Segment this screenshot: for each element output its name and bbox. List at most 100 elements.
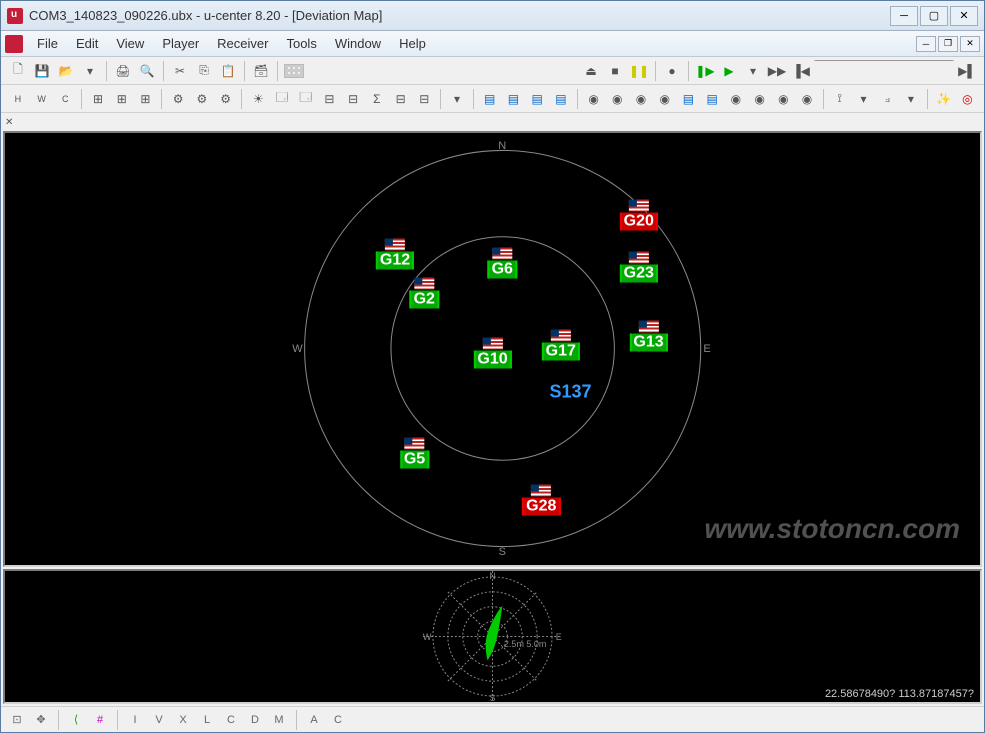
database-button[interactable]: 🗃: [250, 60, 272, 82]
print-button[interactable]: 🖨: [112, 60, 134, 82]
sat4-button[interactable]: ◉: [654, 88, 676, 110]
close-button[interactable]: ✕: [950, 6, 978, 26]
config3-button[interactable]: ⊞: [135, 88, 157, 110]
view3-button[interactable]: 🗔: [295, 88, 317, 110]
step-button[interactable]: ❚▶: [694, 60, 716, 82]
satellite-S137[interactable]: S137: [547, 382, 593, 403]
sat5-button[interactable]: ▤: [678, 88, 700, 110]
menu-player[interactable]: Player: [154, 33, 207, 54]
sat10-button[interactable]: ◉: [796, 88, 818, 110]
footer-item-8[interactable]: C: [328, 710, 348, 730]
satellite-G28[interactable]: G28: [522, 485, 560, 516]
wand-button[interactable]: ✨: [933, 88, 955, 110]
record-button[interactable]: ●: [661, 60, 683, 82]
cut-button[interactable]: ✂: [169, 60, 191, 82]
cold-button[interactable]: C: [54, 88, 76, 110]
satellite-G23[interactable]: G23: [620, 251, 658, 282]
sat9-button[interactable]: ◉: [772, 88, 794, 110]
footer-item-4[interactable]: C: [221, 710, 241, 730]
menu-file[interactable]: File: [29, 33, 66, 54]
target-button[interactable]: ◎: [956, 88, 978, 110]
sat3-button[interactable]: ◉: [630, 88, 652, 110]
satellite-G20[interactable]: G20: [620, 200, 658, 231]
satellite-G10[interactable]: G10: [473, 338, 511, 369]
baud-dropdown-icon[interactable]: ▾: [900, 88, 922, 110]
chart4-button[interactable]: ▤: [550, 88, 572, 110]
view7-button[interactable]: ⊟: [390, 88, 412, 110]
footer-item-6[interactable]: M: [269, 710, 289, 730]
footer-item-0[interactable]: I: [125, 710, 145, 730]
mdi-minimize-button[interactable]: ─: [916, 36, 936, 52]
view8-button[interactable]: ⊟: [413, 88, 435, 110]
sky-view-panel[interactable]: N S E W G20G12G6G23G2G13G17G10S137G5G28 …: [3, 131, 982, 567]
menu-help[interactable]: Help: [391, 33, 434, 54]
footer-item-5[interactable]: D: [245, 710, 265, 730]
warm-button[interactable]: W: [31, 88, 53, 110]
baud-button[interactable]: ⟓: [876, 88, 898, 110]
config1-button[interactable]: ⊞: [87, 88, 109, 110]
preview-button[interactable]: 🔍: [136, 60, 158, 82]
chart2-button[interactable]: ▤: [503, 88, 525, 110]
view1-button[interactable]: ☀: [247, 88, 269, 110]
config2-button[interactable]: ⊞: [111, 88, 133, 110]
eject-button[interactable]: ⏏: [580, 60, 602, 82]
progress-track[interactable]: [814, 60, 954, 82]
view6-button[interactable]: Σ: [366, 88, 388, 110]
sat2-button[interactable]: ◉: [606, 88, 628, 110]
copy-button[interactable]: ⎘: [193, 60, 215, 82]
satellite-G5[interactable]: G5: [400, 437, 429, 468]
footer-item-3[interactable]: L: [197, 710, 217, 730]
mdi-close-button[interactable]: ✕: [960, 36, 980, 52]
sat7-button[interactable]: ◉: [725, 88, 747, 110]
panel-close-button[interactable]: ✕: [3, 115, 19, 129]
satellite-G17[interactable]: G17: [542, 329, 580, 360]
satellite-G13[interactable]: G13: [629, 321, 667, 352]
pause-button[interactable]: ❚❚: [628, 60, 650, 82]
foot-icon-2[interactable]: ✥: [31, 710, 51, 730]
foot-icon-1[interactable]: ⊡: [7, 710, 27, 730]
menu-view[interactable]: View: [108, 33, 152, 54]
fastfwd-button[interactable]: ▶▶: [766, 60, 788, 82]
satellite-G2[interactable]: G2: [410, 277, 439, 308]
sat6-button[interactable]: ▤: [701, 88, 723, 110]
open-button[interactable]: 📂: [55, 60, 77, 82]
skip-next-button[interactable]: ▶▌: [956, 60, 978, 82]
sat1-button[interactable]: ◉: [583, 88, 605, 110]
foot-icon-3[interactable]: ⟨: [66, 710, 86, 730]
save-button[interactable]: 💾: [31, 60, 53, 82]
minimize-button[interactable]: ─: [890, 6, 918, 26]
skip-prev-button[interactable]: ▐◀: [790, 60, 812, 82]
stop-button[interactable]: ■: [604, 60, 626, 82]
conn1-button[interactable]: ⟟: [829, 88, 851, 110]
grid-button[interactable]: [283, 60, 305, 82]
menu-edit[interactable]: Edit: [68, 33, 106, 54]
conn-dropdown-icon[interactable]: ▾: [853, 88, 875, 110]
view2-button[interactable]: 🗔: [271, 88, 293, 110]
view5-button[interactable]: ⊟: [342, 88, 364, 110]
mdi-restore-button[interactable]: ❐: [938, 36, 958, 52]
play-dropdown-icon[interactable]: ▾: [742, 60, 764, 82]
foot-icon-4[interactable]: #: [90, 710, 110, 730]
footer-item-2[interactable]: X: [173, 710, 193, 730]
menu-receiver[interactable]: Receiver: [209, 33, 276, 54]
menu-window[interactable]: Window: [327, 33, 389, 54]
dropdown-icon[interactable]: ▾: [79, 60, 101, 82]
hot-button[interactable]: H: [7, 88, 29, 110]
gear2-button[interactable]: ⚙: [191, 88, 213, 110]
new-button[interactable]: 🗋: [7, 60, 29, 82]
view9-button[interactable]: ▾: [446, 88, 468, 110]
gear1-button[interactable]: ⚙: [167, 88, 189, 110]
footer-item-1[interactable]: V: [149, 710, 169, 730]
satellite-G12[interactable]: G12: [376, 238, 414, 269]
menu-tools[interactable]: Tools: [278, 33, 324, 54]
gear3-button[interactable]: ⚙: [215, 88, 237, 110]
deviation-view-panel[interactable]: N S E W 2.5m 5.0m 22.58678490? 113.87187…: [3, 569, 982, 704]
view4-button[interactable]: ⊟: [319, 88, 341, 110]
chart3-button[interactable]: ▤: [526, 88, 548, 110]
play-button[interactable]: ▶: [718, 60, 740, 82]
sat8-button[interactable]: ◉: [749, 88, 771, 110]
footer-item-7[interactable]: A: [304, 710, 324, 730]
paste-button[interactable]: 📋: [217, 60, 239, 82]
satellite-G6[interactable]: G6: [488, 247, 517, 278]
chart1-button[interactable]: ▤: [479, 88, 501, 110]
